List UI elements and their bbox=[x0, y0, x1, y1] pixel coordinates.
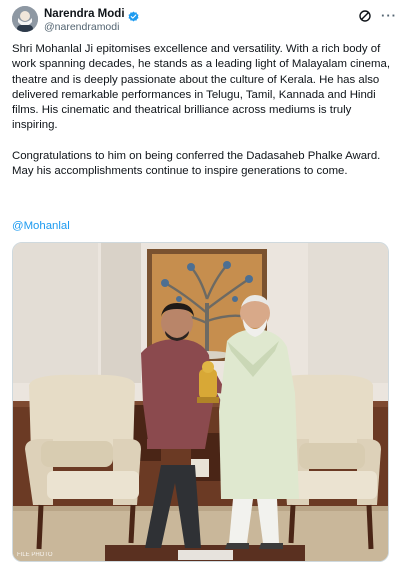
tweet-paragraph-1: Shri Mohanlal Ji epitomises excellence a… bbox=[12, 43, 391, 132]
tweet-header: Narendra Modi @narendramodi ··· bbox=[12, 6, 396, 36]
tweet-card: Narendra Modi @narendramodi ··· Shri Moh… bbox=[0, 0, 401, 564]
author-handle[interactable]: @narendramodi bbox=[44, 21, 119, 33]
profile-avatar[interactable] bbox=[12, 6, 38, 32]
author-display-name[interactable]: Narendra Modi bbox=[44, 8, 125, 20]
tweet-paragraph-2: Congratulations to him on being conferre… bbox=[12, 150, 381, 178]
name-row: Narendra Modi bbox=[44, 7, 139, 21]
more-options-icon[interactable]: ··· bbox=[381, 8, 397, 23]
tweet-text: Shri Mohanlal Ji epitomises excellence a… bbox=[12, 42, 392, 180]
grok-icon[interactable] bbox=[358, 9, 372, 23]
tweet-photo[interactable]: FILE PHOTO bbox=[12, 242, 389, 562]
mention-link[interactable]: @Mohanlal bbox=[12, 220, 70, 232]
photo-illustration bbox=[13, 243, 388, 561]
photo-watermark: FILE PHOTO bbox=[17, 552, 53, 558]
verified-badge-icon bbox=[128, 9, 139, 21]
